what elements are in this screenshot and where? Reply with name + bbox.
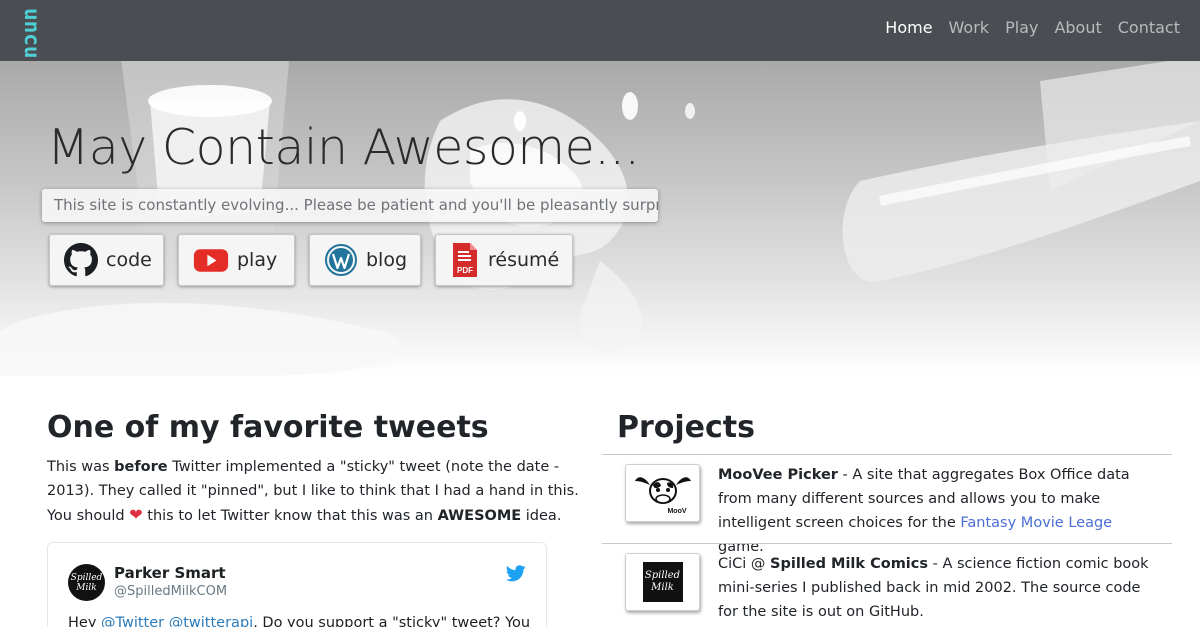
main-nav: Home Work Play About Contact [885,18,1180,37]
hero-title: May Contain Awesome... [47,119,640,176]
tweet-text: Hey @Twitter @twitterapi. Do you support… [68,615,530,627]
twitter-bird-icon[interactable] [505,565,526,586]
moovee-picker-title[interactable]: MooVee Picker [718,467,838,483]
tweets-heading: One of my favorite tweets [47,410,489,445]
embedded-tweet[interactable]: Spilled Milk Parker Smart @SpilledMilkCO… [47,542,547,627]
resume-button-label: résumé [488,249,560,271]
play-button-label: play [237,249,278,271]
tweet-mention-twitter[interactable]: @Twitter [101,615,164,627]
heart-icon: ❤ [129,505,143,524]
nav-contact[interactable]: Contact [1118,18,1180,37]
hero-subtitle: This site is constantly evolving... Plea… [42,189,658,222]
tweet-author-name[interactable]: Parker Smart [114,564,226,582]
nav-play[interactable]: Play [1005,18,1038,37]
wordpress-icon [324,242,358,278]
tweet-avatar[interactable]: Spilled Milk [68,564,105,601]
site-logo[interactable]: uncu [20,8,44,59]
blog-button[interactable]: blog [309,234,421,286]
nav-home[interactable]: Home [885,18,932,37]
fantasy-movie-league-link[interactable]: Fantasy Movie Leage [960,515,1112,531]
moovee-picker-description: MooVee Picker - A site that aggregates B… [718,467,1130,555]
svg-text:MooV: MooV [667,508,686,515]
hero-banner: May Contain Awesome... This site is cons… [0,61,1200,376]
play-button[interactable]: play [178,234,295,286]
spilled-milk-logo: Spilled Milk [642,562,683,602]
projects-divider-2 [602,543,1172,544]
tweets-intro: This was before Twitter implemented a "s… [47,459,579,524]
resume-button[interactable]: PDF résumé [435,234,573,286]
projects-divider [602,454,1172,455]
tweet-mention-twitterapi[interactable]: @twitterapi [169,615,253,627]
tweet-author-handle[interactable]: @SpilledMilkCOM [114,584,227,599]
moovee-picker-thumbnail[interactable]: MooV [625,464,700,522]
navbar: uncu Home Work Play About Contact [0,0,1200,61]
github-icon [64,242,98,278]
svg-text:PDF: PDF [457,266,473,275]
spilled-milk-thumbnail[interactable]: Spilled Milk [625,553,700,611]
nav-work[interactable]: Work [949,18,990,37]
code-button-label: code [106,249,152,271]
spilled-milk-title[interactable]: Spilled Milk Comics [770,556,928,572]
pdf-icon: PDF [450,242,480,278]
code-button[interactable]: code [49,234,164,286]
blog-button-label: blog [366,249,408,271]
spilled-milk-description: CiCi @ Spilled Milk Comics - A science f… [718,556,1149,620]
projects-heading: Projects [617,410,756,445]
cow-logo-icon: MooV [634,477,691,515]
nav-about[interactable]: About [1054,18,1101,37]
youtube-icon [193,242,229,278]
